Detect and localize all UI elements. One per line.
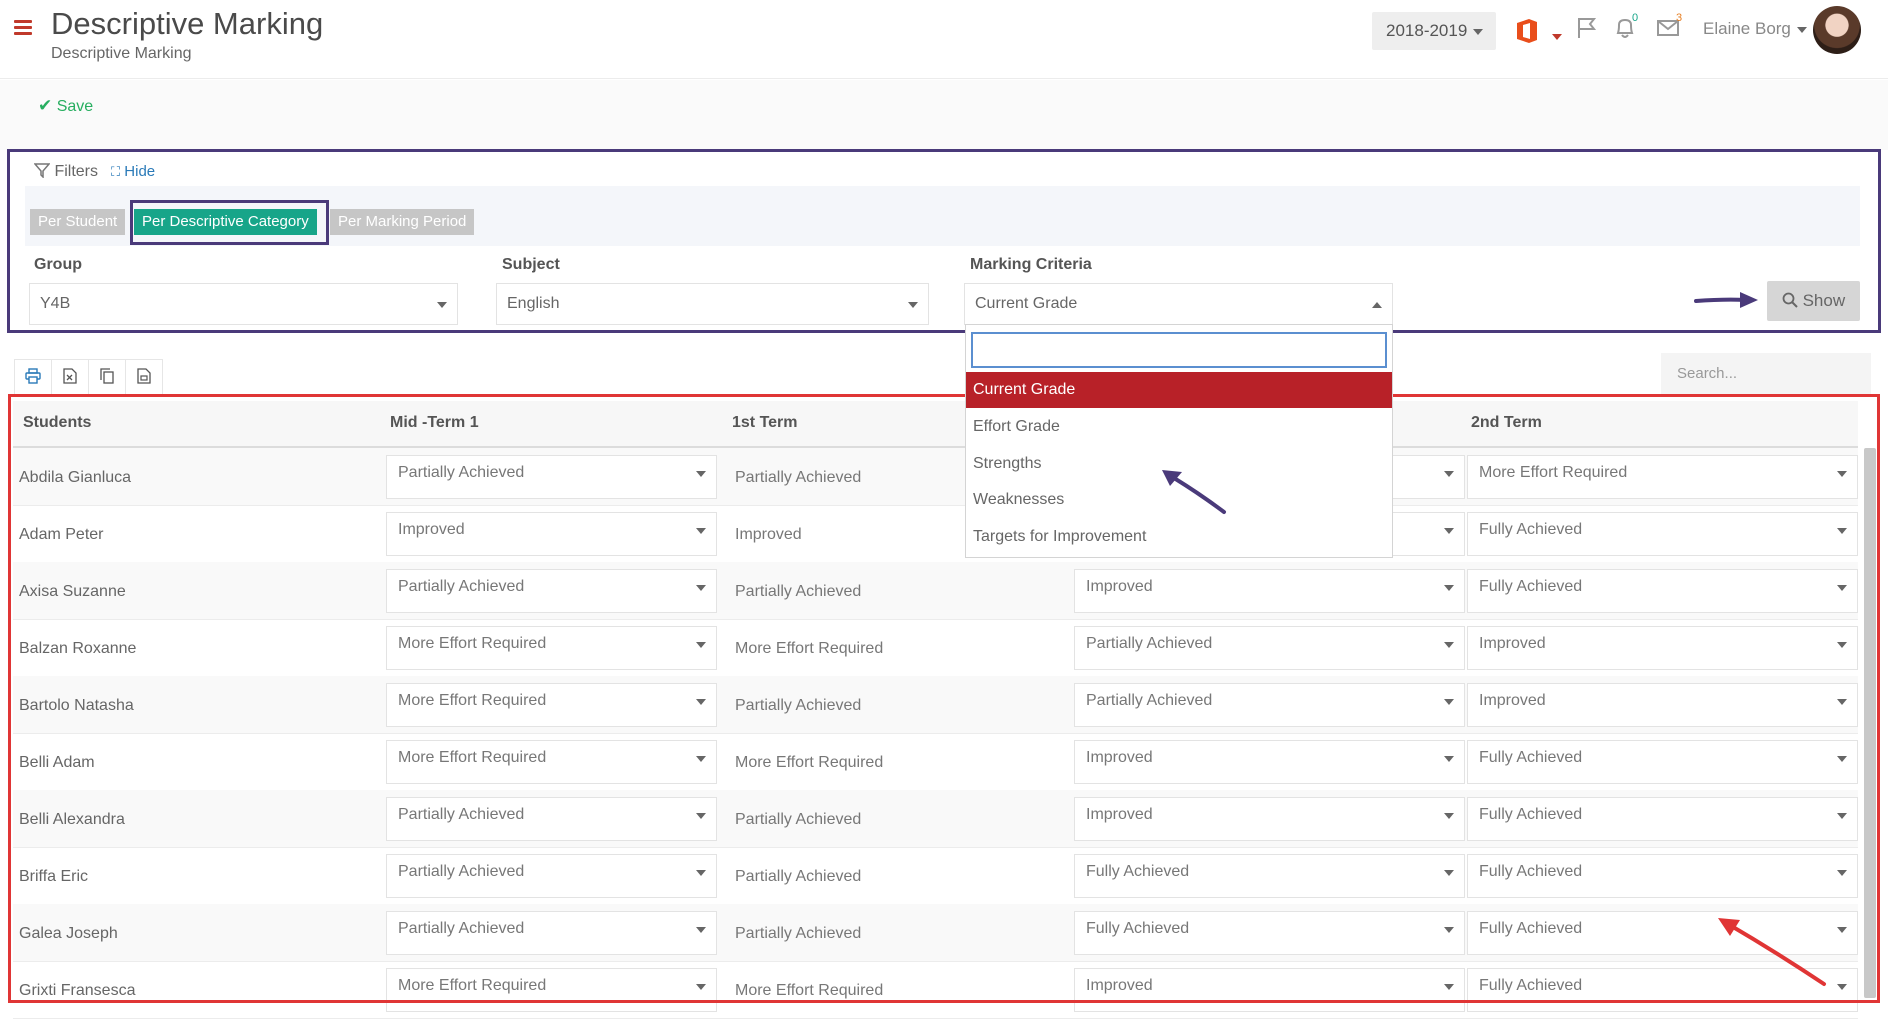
page-title: Descriptive Marking (51, 6, 324, 41)
message-count-badge: 3 (1676, 12, 1683, 24)
annotation-arrow-icon (1716, 916, 1832, 997)
dropdown-option-targets-for-improvement[interactable]: Targets for Improvement (966, 519, 1392, 555)
save-button[interactable]: ✔ Save (38, 96, 93, 116)
office-chevron-down-icon[interactable] (1552, 33, 1562, 40)
notifications-bell-icon[interactable]: 0 (1614, 12, 1644, 46)
messages-envelope-icon[interactable]: 3 (1656, 12, 1690, 48)
filters-annotation-box (7, 149, 1881, 333)
chevron-down-icon (1796, 26, 1807, 33)
export-toolbar (14, 359, 163, 395)
page-subtitle: Descriptive Marking (51, 45, 192, 62)
table-annotation-box (8, 394, 1880, 1003)
office-apps-icon[interactable] (1515, 18, 1539, 44)
dropdown-search-input[interactable] (971, 332, 1387, 368)
pdf-export-icon[interactable] (125, 359, 163, 395)
user-name: Elaine Borg (1703, 19, 1791, 38)
user-menu[interactable]: Elaine Borg (1703, 19, 1807, 39)
hamburger-menu-icon[interactable] (14, 20, 32, 35)
table-search-input[interactable]: Search... (1661, 353, 1871, 395)
academic-year-value: 2018-2019 (1386, 21, 1468, 40)
copy-icon[interactable] (88, 359, 126, 395)
chevron-down-icon (1473, 28, 1484, 35)
checkmark-icon: ✔ (38, 96, 53, 115)
excel-export-icon[interactable] (51, 359, 89, 395)
save-label: Save (56, 98, 94, 115)
dropdown-option-current-grade[interactable]: Current Grade (966, 372, 1392, 408)
academic-year-select[interactable]: 2018-2019 (1372, 12, 1496, 50)
flag-icon[interactable] (1576, 16, 1598, 46)
header-divider (0, 78, 1888, 79)
action-bar (0, 80, 1888, 150)
annotation-arrow-icon (1160, 468, 1230, 523)
avatar[interactable] (1813, 6, 1861, 54)
print-icon[interactable] (14, 359, 52, 395)
dropdown-option-effort-grade[interactable]: Effort Grade (966, 409, 1392, 445)
notification-count-badge: 0 (1632, 12, 1639, 24)
